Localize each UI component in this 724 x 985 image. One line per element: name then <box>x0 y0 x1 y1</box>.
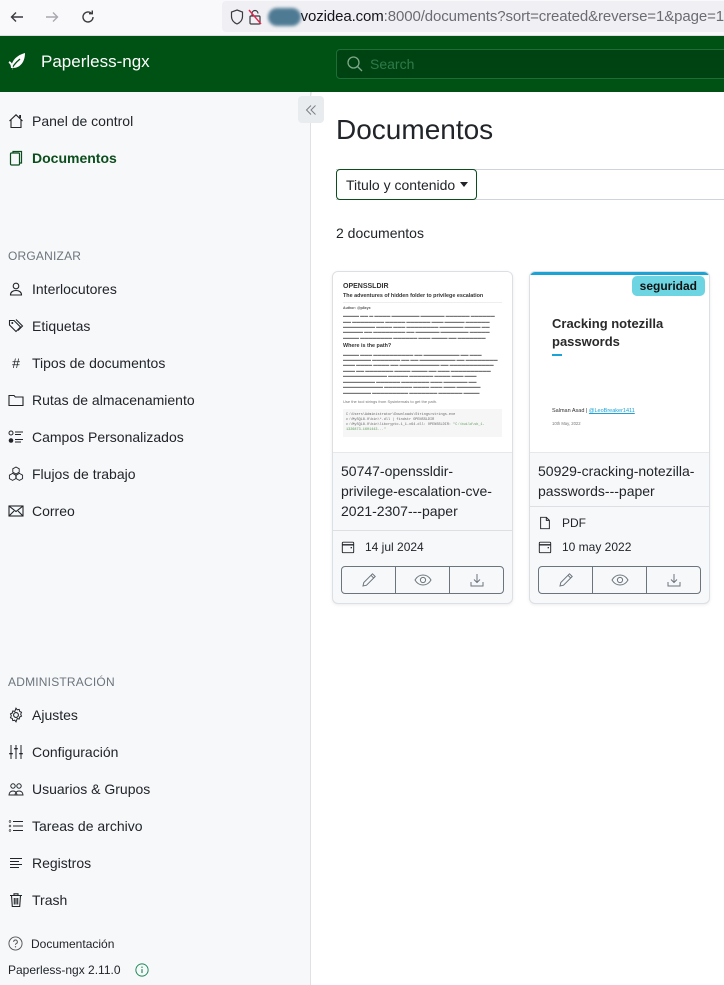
app-name: Paperless-ngx <box>41 52 150 71</box>
shield-icon[interactable] <box>230 7 244 27</box>
sidebar-item-correspondents[interactable]: Interlocutores <box>8 278 117 300</box>
document-created-date: 14 jul 2024 <box>341 540 424 554</box>
app-header: Paperless-ngx <box>0 36 724 92</box>
folder-icon <box>8 392 24 408</box>
documents-icon <box>8 150 24 166</box>
download-button[interactable] <box>449 567 503 593</box>
calendar-icon <box>341 541 355 554</box>
boxes-icon <box>8 466 24 482</box>
chevron-double-left-icon <box>305 104 316 115</box>
eye-icon <box>610 574 629 586</box>
arrow-left-icon <box>10 12 23 22</box>
document-title[interactable]: 50929-cracking-notezilla-passwords---pap… <box>538 461 706 501</box>
document-thumbnail[interactable]: Cracking notezilla passwords Salman Asad… <box>530 272 709 453</box>
question-circle-icon <box>8 936 23 951</box>
text-filter-type-dropdown[interactable]: Titulo y contenido <box>336 169 477 200</box>
gear-icon <box>8 707 24 723</box>
sidebar-item-configuration[interactable]: Configuración <box>8 741 118 763</box>
preview-button[interactable] <box>592 567 646 593</box>
card-divider <box>530 506 709 507</box>
caret-down-icon <box>460 182 469 187</box>
reload-icon <box>82 10 94 23</box>
preview-button[interactable] <box>395 567 449 593</box>
document-file-type: PDF <box>538 516 586 530</box>
file-icon <box>540 516 550 530</box>
sliders-icon <box>8 744 24 760</box>
arrow-right-icon <box>46 12 59 22</box>
sidebar-item-workflows[interactable]: Flujos de trabajo <box>8 463 136 485</box>
filter-bar: Titulo y contenido <box>336 169 724 200</box>
edit-button[interactable] <box>539 567 592 593</box>
home-icon <box>8 113 24 129</box>
envelope-icon <box>8 503 24 519</box>
people-icon <box>8 781 24 797</box>
address-bar[interactable]: vozidea.com:8000/documents?sort=created&… <box>222 1 724 32</box>
document-created-date: 10 may 2022 <box>538 540 631 554</box>
search-icon <box>347 56 363 72</box>
tags-icon <box>8 318 24 334</box>
sidebar-item-trash[interactable]: Trash <box>8 889 67 911</box>
thumbnail-accent-line <box>530 272 709 275</box>
calendar-icon <box>538 541 552 554</box>
document-count: 2 documentos <box>336 225 424 241</box>
forward-button[interactable] <box>40 6 64 28</box>
sidebar-item-dashboard[interactable]: Panel de control <box>8 110 133 132</box>
main-content: Documentos Titulo y contenido 2 document… <box>312 92 724 985</box>
pencil-icon <box>558 573 573 587</box>
card-divider <box>333 530 512 531</box>
sidebar-item-document-types[interactable]: # Tipos de documentos <box>8 352 165 374</box>
document-actions <box>538 566 701 594</box>
url-text: vozidea.com:8000/documents?sort=created&… <box>300 8 724 25</box>
text-left-icon <box>8 855 24 871</box>
search-input[interactable] <box>370 56 710 72</box>
sidebar-item-users-groups[interactable]: Usuarios & Grupos <box>8 778 150 800</box>
collapse-sidebar-button[interactable] <box>298 96 324 123</box>
sidebar-item-mail[interactable]: Correo <box>8 500 75 522</box>
document-card: Cracking notezilla passwords Salman Asad… <box>529 271 710 604</box>
trash-icon <box>8 892 24 908</box>
insecure-lock-icon[interactable] <box>248 7 262 27</box>
section-admin-header: ADMINISTRACIÓN <box>8 675 115 689</box>
document-actions <box>341 566 504 594</box>
version-info: Paperless-ngx 2.11.0 <box>8 963 149 977</box>
sidebar-item-settings[interactable]: Ajustes <box>8 704 78 726</box>
info-circle-icon[interactable] <box>134 963 149 977</box>
download-icon <box>470 574 483 587</box>
sidebar-item-tags[interactable]: Etiquetas <box>8 315 90 337</box>
download-icon <box>667 574 680 587</box>
download-button[interactable] <box>646 567 700 593</box>
ui-radios-icon <box>8 429 24 445</box>
page-title: Documentos <box>336 114 494 145</box>
documentation-link[interactable]: Documentación <box>8 936 114 951</box>
document-thumbnail[interactable]: OPENSSLDIR The adventures of hidden fold… <box>333 272 512 453</box>
browser-toolbar: vozidea.com:8000/documents?sort=created&… <box>0 0 724 36</box>
sidebar: Panel de control Documentos ORGANIZAR In… <box>0 92 311 985</box>
code-block: C:\Users\Administrator\Downloads\Strings… <box>343 409 502 438</box>
edit-button[interactable] <box>342 567 395 593</box>
brand[interactable]: Paperless-ngx <box>6 50 150 74</box>
person-icon <box>8 281 24 297</box>
list-task-icon <box>8 818 24 834</box>
reload-button[interactable] <box>76 6 100 28</box>
pencil-icon <box>361 573 376 587</box>
sidebar-item-storage-paths[interactable]: Rutas de almacenamiento <box>8 389 195 411</box>
redacted-subdomain <box>268 7 301 26</box>
sidebar-item-documents[interactable]: Documentos <box>8 147 117 169</box>
back-button[interactable] <box>5 6 29 28</box>
global-search[interactable] <box>336 49 724 79</box>
document-title[interactable]: 50747-openssldir-privilege-escalation-cv… <box>341 461 509 521</box>
section-organize-header: ORGANIZAR <box>8 249 82 263</box>
version-text: Paperless-ngx 2.11.0 <box>8 963 121 977</box>
sidebar-item-logs[interactable]: Registros <box>8 852 91 874</box>
sidebar-item-file-tasks[interactable]: Tareas de archivo <box>8 815 143 837</box>
document-card: OPENSSLDIR The adventures of hidden fold… <box>332 271 513 604</box>
tag-badge[interactable]: seguridad <box>631 276 705 296</box>
hash-icon: # <box>12 355 20 371</box>
sidebar-item-custom-fields[interactable]: Campos Personalizados <box>8 426 184 448</box>
eye-icon <box>413 574 432 586</box>
leaf-logo-icon <box>8 53 25 73</box>
